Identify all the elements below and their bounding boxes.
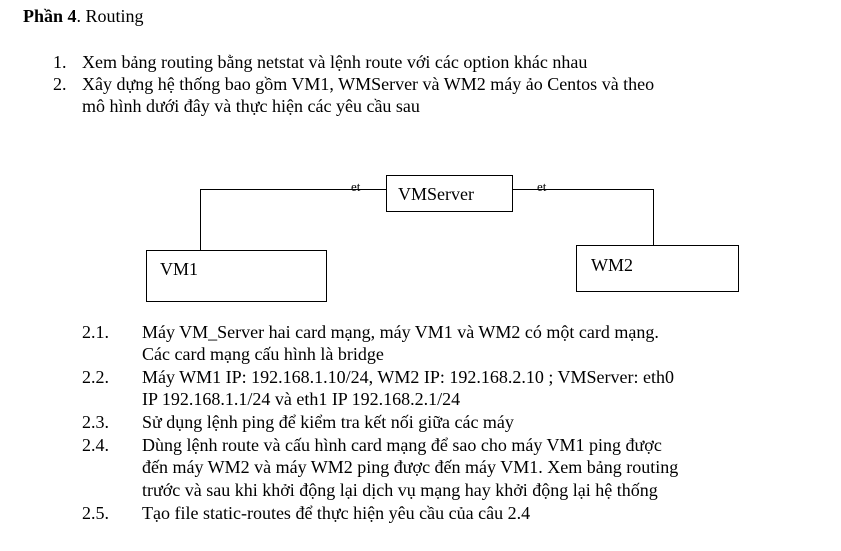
subtask-text: Sử dụng lệnh ping để kiểm tra kết nối gi…: [142, 412, 514, 432]
link-vm1-vertical: [200, 189, 201, 250]
subtask-text: Máy WM1 IP: 192.168.1.10/24, WM2 IP: 192…: [142, 367, 674, 387]
section-heading-number: Phần 4: [23, 6, 77, 26]
task-text: mô hình dưới đây và thực hiện các yêu cầ…: [82, 96, 420, 116]
task-number: 1.: [53, 52, 67, 72]
wm2-label: WM2: [591, 255, 633, 275]
vm1-node: VM1: [146, 250, 327, 302]
section-heading: Phần 4. Routing: [23, 5, 144, 27]
subtask-text: đến máy WM2 và máy WM2 ping được đến máy…: [142, 457, 679, 477]
subtask-number: 2.4.: [82, 435, 109, 455]
task-text: Xây dựng hệ thống bao gồm VM1, WMServer …: [82, 74, 655, 94]
subtask-text: Tạo file static-routes để thực hiện yêu …: [142, 503, 531, 523]
subtask-number: 2.2.: [82, 367, 109, 387]
subtask-text: Các card mạng cấu hình là bridge: [142, 344, 384, 364]
link-wm2-horizontal: [512, 189, 654, 190]
subtask-number: 2.5.: [82, 503, 109, 523]
link-label-left: et: [351, 179, 361, 194]
link-wm2-vertical: [653, 189, 654, 245]
link-label-right: et: [537, 179, 547, 194]
subtask-number: 2.1.: [82, 322, 109, 342]
wm2-node: WM2: [576, 245, 739, 292]
vm1-label: VM1: [160, 259, 199, 279]
subtask-number: 2.3.: [82, 412, 109, 432]
subtask-text: Dùng lệnh route và cấu hình card mạng để…: [142, 435, 662, 455]
task-text: Xem bảng routing bằng netstat và lệnh ro…: [82, 52, 588, 72]
section-heading-title: . Routing: [76, 6, 144, 26]
vmserver-node: VMServer: [386, 175, 513, 212]
subtask-text: IP 192.168.1.1/24 và eth1 IP 192.168.2.1…: [142, 389, 461, 409]
subtask-text: trước và sau khi khởi động lại dịch vụ m…: [142, 480, 658, 500]
subtask-text: Máy VM_Server hai card mạng, máy VM1 và …: [142, 322, 659, 342]
vmserver-label: VMServer: [398, 184, 474, 204]
task-number: 2.: [53, 74, 67, 94]
